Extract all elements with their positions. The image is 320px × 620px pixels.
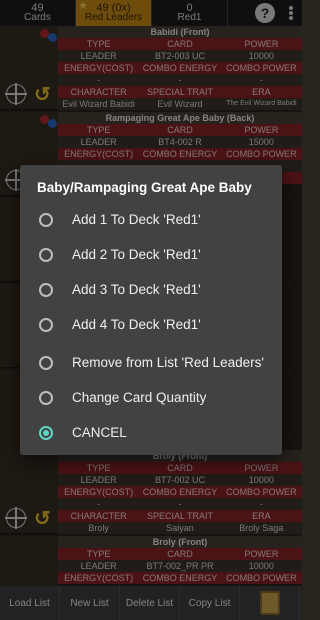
option-add-1[interactable]: Add 1 To Deck 'Red1' xyxy=(20,203,282,237)
option-label: CANCEL xyxy=(72,425,127,440)
option-label: Add 2 To Deck 'Red1' xyxy=(72,247,201,262)
option-remove-from-list[interactable]: Remove from List 'Red Leaders' xyxy=(20,343,282,383)
radio-button[interactable] xyxy=(39,318,53,332)
dialog-title: Baby/Rampaging Great Ape Baby xyxy=(37,180,252,195)
radio-button[interactable] xyxy=(39,248,53,262)
app-root: 49 Cards ★ 49 (0x) Red Leaders 0 Red1 ? … xyxy=(0,0,302,620)
radio-button[interactable] xyxy=(39,391,53,405)
card-action-dialog: Baby/Rampaging Great Ape Baby Add 1 To D… xyxy=(20,165,282,455)
radio-button[interactable] xyxy=(39,283,53,297)
option-cancel[interactable]: CANCEL xyxy=(20,416,282,450)
radio-button[interactable] xyxy=(39,213,53,227)
option-label: Change Card Quantity xyxy=(72,390,207,405)
option-add-2[interactable]: Add 2 To Deck 'Red1' xyxy=(20,238,282,272)
option-label: Remove from List 'Red Leaders' xyxy=(72,355,264,370)
option-change-quantity[interactable]: Change Card Quantity xyxy=(20,381,282,415)
option-label: Add 4 To Deck 'Red1' xyxy=(72,317,201,332)
option-add-4[interactable]: Add 4 To Deck 'Red1' xyxy=(20,308,282,342)
option-label: Add 1 To Deck 'Red1' xyxy=(72,212,201,227)
option-add-3[interactable]: Add 3 To Deck 'Red1' xyxy=(20,273,282,307)
radio-button-selected[interactable] xyxy=(39,426,53,440)
option-label: Add 3 To Deck 'Red1' xyxy=(72,282,201,297)
radio-button[interactable] xyxy=(39,356,53,370)
